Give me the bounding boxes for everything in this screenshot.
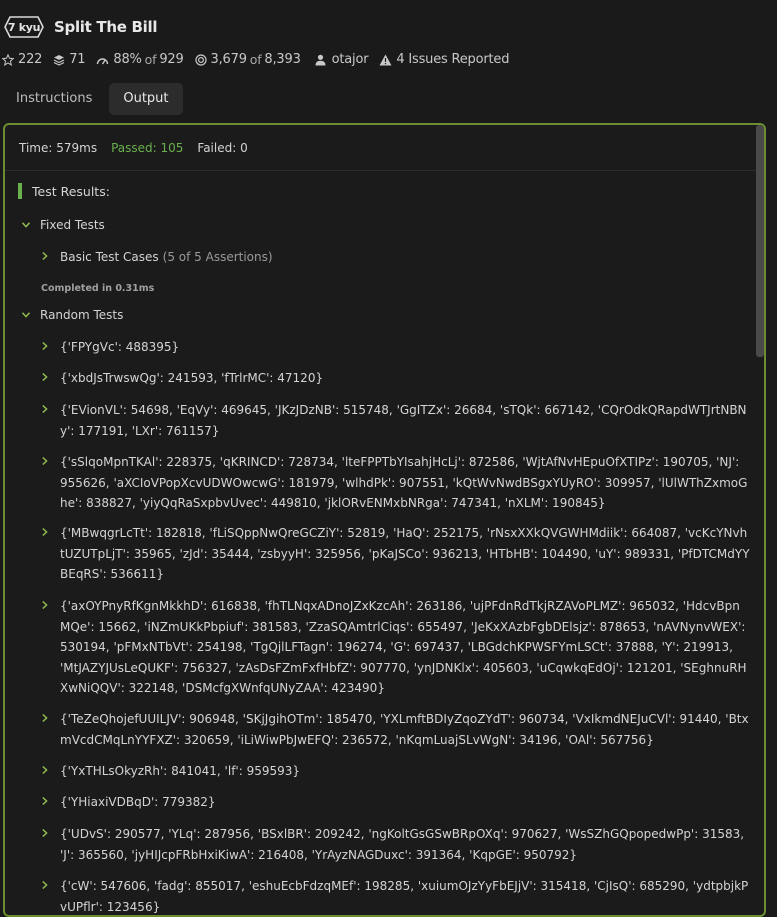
- random-test-text: {'sSlqoMpnTKAl': 228375, 'qKRINCD': 7287…: [60, 455, 748, 511]
- random-test-text: {'EVionVL': 54698, 'EqVy': 469645, 'JKzJ…: [60, 403, 747, 438]
- chevron-right-icon: [42, 337, 54, 358]
- random-test-item[interactable]: {'EVionVL': 54698, 'EqVy': 469645, 'JKzJ…: [42, 400, 750, 441]
- layers-icon: [53, 54, 65, 66]
- collections-stat[interactable]: 71: [53, 52, 86, 67]
- random-test-item[interactable]: {'YxTHLsOkyzRh': 841041, 'lf': 959593}: [42, 761, 750, 782]
- random-tests-group[interactable]: Random Tests: [21, 305, 124, 326]
- gauge-icon: [97, 57, 109, 64]
- author-stat[interactable]: otajor: [315, 52, 369, 67]
- completions-total: 8,393: [264, 52, 301, 67]
- random-test-text: {'cW': 547606, 'fadg': 855017, 'eshuEcbF…: [60, 879, 749, 914]
- star-icon: [2, 53, 14, 66]
- rank-badge: 7 kyu: [4, 16, 44, 38]
- test-results-heading: Test Results:: [18, 183, 110, 199]
- test-summary: Time: 579ms Passed: 105 Failed: 0: [5, 125, 764, 171]
- issues-stat[interactable]: 4 Issues Reported: [379, 52, 509, 67]
- rank-label: 7 kyu: [7, 20, 41, 34]
- run-time: Time: 579ms: [19, 140, 98, 155]
- satisfaction-of: of: [144, 52, 157, 67]
- random-test-item[interactable]: {'YHiaxiVDBqD': 779382}: [42, 792, 750, 813]
- random-tests-label: Random Tests: [40, 308, 124, 322]
- stars-count: 222: [18, 52, 43, 67]
- failed-count: Failed: 0: [197, 140, 248, 155]
- chevron-right-icon: [42, 876, 54, 897]
- chevron-right-icon: [42, 792, 54, 813]
- random-test-text: {'TeZeQhojefUUILJV': 906948, 'SKjJgihOTm…: [60, 712, 749, 747]
- satisfaction-total: 929: [159, 52, 184, 67]
- completions-stat: 3,679 of 8,393: [194, 52, 301, 67]
- chevron-right-icon: [42, 400, 54, 421]
- chevron-right-icon: [42, 452, 54, 473]
- fixed-tests-label: Fixed Tests: [40, 218, 105, 232]
- user-icon: [315, 54, 326, 65]
- test-results-title: Test Results:: [32, 183, 110, 199]
- random-test-text: {'YHiaxiVDBqD': 779382}: [60, 795, 216, 809]
- scrollbar-thumb[interactable]: [756, 125, 764, 357]
- target-icon: [194, 53, 207, 66]
- random-test-item[interactable]: {'MBwqgrLcTt': 182818, 'fLiSQppNwQreGCZi…: [42, 523, 750, 585]
- random-test-item[interactable]: {'axOYPnyRfKgnMkkhD': 616838, 'fhTLNqxAD…: [42, 596, 750, 699]
- random-test-item[interactable]: {'sSlqoMpnTKAl': 228375, 'qKRINCD': 7287…: [42, 452, 750, 514]
- output-panel: Time: 579ms Passed: 105 Failed: 0 Test R…: [3, 123, 766, 917]
- tab-instructions[interactable]: Instructions: [2, 83, 106, 115]
- random-test-item[interactable]: {'xbdJsTrwswQg': 241593, 'fTrlrMC': 4712…: [42, 368, 750, 389]
- kata-stats: 222 71 88% of 929 3,679 of 8,393 otajor …: [2, 52, 520, 67]
- satisfaction-stat: 88% of 929: [96, 52, 184, 67]
- completions-of: of: [249, 52, 262, 67]
- kata-title[interactable]: Split The Bill: [54, 18, 157, 36]
- chevron-down-icon: [21, 305, 34, 326]
- chevron-right-icon: [42, 247, 54, 268]
- random-test-text: {'MBwqgrLcTt': 182818, 'fLiSQppNwQreGCZi…: [60, 526, 750, 582]
- random-test-item[interactable]: {'FPYgVc': 488395}: [42, 337, 750, 358]
- fixed-tests-group[interactable]: Fixed Tests: [21, 215, 105, 236]
- chevron-right-icon: [42, 761, 54, 782]
- basic-test-cases-group[interactable]: Basic Test Cases (5 of 5 Assertions): [42, 247, 273, 268]
- author-name: otajor: [331, 52, 369, 67]
- completions-count: 3,679: [210, 52, 247, 67]
- stars-stat[interactable]: 222: [2, 52, 42, 67]
- collections-count: 71: [69, 52, 86, 67]
- chevron-right-icon: [42, 368, 54, 389]
- random-test-item[interactable]: {'UDvS': 290577, 'YLq': 287956, 'BSxlBR'…: [42, 824, 750, 865]
- random-test-item[interactable]: {'cW': 547606, 'fadg': 855017, 'eshuEcbF…: [42, 876, 750, 915]
- kata-header: 7 kyu Split The Bill: [4, 14, 157, 40]
- tab-output[interactable]: Output: [109, 83, 183, 115]
- warning-icon: [379, 54, 392, 65]
- passed-indicator-bar: [18, 183, 22, 199]
- chevron-right-icon: [42, 523, 54, 544]
- assertion-count: (5 of 5 Assertions): [162, 250, 273, 264]
- random-test-text: {'YxTHLsOkyzRh': 841041, 'lf': 959593}: [60, 764, 301, 778]
- satisfaction-rate: 88%: [113, 52, 142, 67]
- passed-count: Passed: 105: [111, 140, 184, 155]
- chevron-right-icon: [42, 596, 54, 617]
- tab-bar: Instructions Output: [2, 83, 186, 115]
- random-test-item[interactable]: {'TeZeQhojefUUILJV': 906948, 'SKjJgihOTm…: [42, 709, 750, 750]
- random-test-text: {'xbdJsTrwswQg': 241593, 'fTrlrMC': 4712…: [60, 371, 324, 385]
- chevron-down-icon: [21, 215, 34, 236]
- basic-test-cases-label: Basic Test Cases: [60, 250, 159, 264]
- chevron-right-icon: [42, 709, 54, 730]
- random-test-text: {'axOYPnyRfKgnMkkhD': 616838, 'fhTLNqxAD…: [60, 599, 747, 696]
- random-test-text: {'UDvS': 290577, 'YLq': 287956, 'BSxlBR'…: [60, 827, 745, 862]
- completed-time: Completed in 0.31ms: [41, 283, 155, 294]
- issues-count: 4 Issues Reported: [396, 52, 510, 67]
- random-test-text: {'FPYgVc': 488395}: [60, 340, 180, 354]
- chevron-right-icon: [42, 824, 54, 845]
